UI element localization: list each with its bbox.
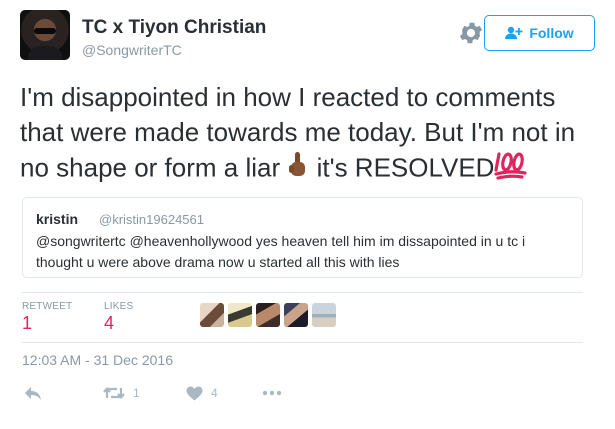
retweet-count: 1 [133, 386, 140, 400]
reply-icon [25, 387, 41, 400]
like-button[interactable]: 4 [186, 383, 218, 403]
follow-label: Follow [529, 25, 574, 41]
gear-icon[interactable] [457, 19, 485, 47]
divider [22, 292, 583, 293]
add-user-icon [505, 26, 523, 39]
retweets-label: RETWEET [22, 301, 73, 312]
liker-avatar[interactable] [284, 303, 308, 327]
hundred-points-emoji-icon [494, 150, 528, 189]
liker-avatar[interactable] [256, 303, 280, 327]
user-display-name[interactable]: TC x Tiyon Christian [82, 17, 266, 39]
quoted-tweet[interactable]: kristin @kristin19624561 @songwritertc @… [22, 197, 583, 278]
more-options-button[interactable] [262, 383, 282, 403]
liker-avatars [200, 303, 340, 327]
retweet-icon [103, 387, 125, 399]
liker-avatar[interactable] [228, 303, 252, 327]
retweets-count[interactable]: 1 [22, 313, 32, 334]
likes-label: LIKES [104, 301, 134, 312]
more-dots-icon [262, 390, 282, 396]
follow-button[interactable]: Follow [484, 15, 595, 51]
like-count: 4 [211, 386, 218, 400]
avatar-sunglasses [34, 28, 56, 34]
divider [22, 342, 583, 343]
tweet-timestamp[interactable]: 12:03 AM - 31 Dec 2016 [22, 352, 173, 368]
retweet-button[interactable]: 1 [103, 383, 140, 403]
pointing-up-hand-emoji-icon [287, 151, 309, 188]
liker-avatar[interactable] [200, 303, 224, 327]
tweet-header: TC x Tiyon Christian @SongwriterTC Follo… [20, 10, 595, 66]
user-avatar[interactable] [20, 10, 70, 60]
liker-avatar[interactable] [312, 303, 336, 327]
quoted-tweet-name: kristin [36, 211, 79, 227]
tweet-text: I'm disappointed in how I reacted to com… [20, 80, 600, 189]
reply-button[interactable] [24, 383, 42, 403]
heart-icon [186, 386, 203, 400]
quoted-tweet-text: @songwritertc @heavenhollywood yes heave… [36, 233, 526, 270]
tweet-text-part2: it's RESOLVED [309, 152, 495, 183]
likes-count[interactable]: 4 [104, 313, 114, 334]
quoted-tweet-handle: @kristin19624561 [99, 212, 204, 227]
avatar-shirt [28, 46, 62, 60]
user-handle[interactable]: @SongwriterTC [82, 42, 182, 58]
